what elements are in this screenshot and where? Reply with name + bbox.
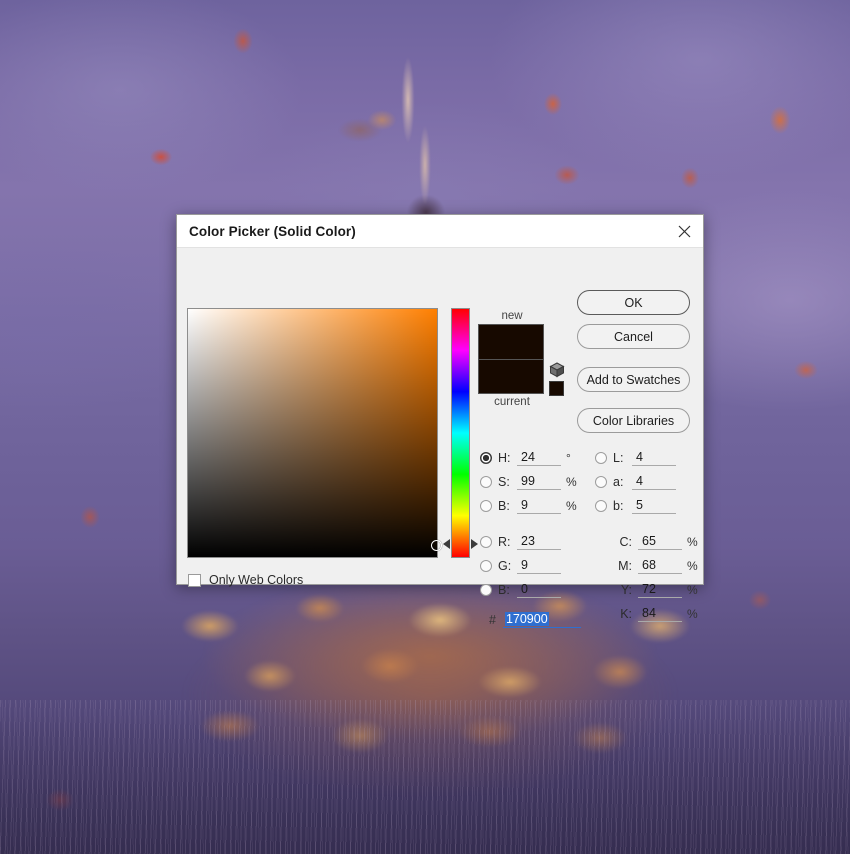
field-row-lab-b[interactable]: b: [595, 494, 705, 518]
dialog-title: Color Picker (Solid Color) [189, 224, 671, 239]
hue-unit: ° [566, 451, 571, 465]
field-row-cyan[interactable]: C: % [595, 530, 705, 554]
close-icon[interactable] [671, 219, 697, 243]
lab-b-label: b: [613, 499, 632, 513]
current-color-swatch[interactable] [478, 359, 544, 394]
cyan-label: C: [613, 535, 632, 549]
hex-input[interactable]: 170900 [503, 612, 581, 628]
background-figure [330, 20, 500, 225]
hue-label: H: [498, 451, 517, 465]
radio-blue[interactable] [480, 584, 492, 596]
hex-field-row[interactable]: # 170900 [480, 608, 595, 632]
radio-lab-b[interactable] [595, 500, 607, 512]
current-color-label: current [478, 394, 546, 410]
lab-l-label: L: [613, 451, 632, 465]
field-row-red[interactable]: R: [480, 530, 595, 554]
saturation-brightness-field[interactable] [187, 308, 438, 558]
cyan-input[interactable] [638, 534, 682, 550]
lab-a-input[interactable] [632, 474, 676, 490]
red-input[interactable] [517, 534, 561, 550]
red-label: R: [498, 535, 517, 549]
radio-saturation[interactable] [480, 476, 492, 488]
saturation-unit: % [566, 475, 577, 489]
field-row-magenta[interactable]: M: % [595, 554, 705, 578]
cancel-button[interactable]: Cancel [577, 324, 690, 349]
hue-marker-right-icon [471, 539, 478, 549]
field-row-lab-a[interactable]: a: [595, 470, 705, 494]
yellow-label: Y: [613, 583, 632, 597]
saturation-label: S: [498, 475, 517, 489]
field-row-lab-l[interactable]: L: [595, 446, 705, 470]
brightness-label: B: [498, 499, 517, 513]
dialog-buttons: OK Cancel Add to Swatches Color Librarie… [577, 290, 690, 433]
field-row-black[interactable]: K: % [595, 602, 705, 626]
yellow-unit: % [687, 583, 698, 597]
field-row-yellow[interactable]: Y: % [595, 578, 705, 602]
field-row-green[interactable]: G: [480, 554, 595, 578]
hue-slider[interactable] [451, 308, 470, 558]
new-color-swatch[interactable] [478, 324, 544, 359]
field-row-brightness[interactable]: B: % [480, 494, 595, 518]
saturation-brightness-marker[interactable] [431, 540, 442, 551]
lab-a-label: a: [613, 475, 632, 489]
radio-lab-l[interactable] [595, 452, 607, 464]
color-libraries-button[interactable]: Color Libraries [577, 408, 690, 433]
only-web-colors-checkbox[interactable] [188, 574, 201, 587]
saturation-input[interactable] [517, 474, 561, 490]
field-row-hue[interactable]: H: ° [480, 446, 595, 470]
radio-green[interactable] [480, 560, 492, 572]
hsb-rgb-column: H: ° S: % B: % [480, 446, 595, 632]
lab-l-input[interactable] [632, 450, 676, 466]
cyan-unit: % [687, 535, 698, 549]
brightness-input[interactable] [517, 498, 561, 514]
magenta-unit: % [687, 559, 698, 573]
hue-marker-left-icon [443, 539, 450, 549]
black-label: K: [613, 607, 632, 621]
ok-button[interactable]: OK [577, 290, 690, 315]
field-row-saturation[interactable]: S: % [480, 470, 595, 494]
web-safe-warning [549, 362, 567, 396]
field-row-blue[interactable]: B: [480, 578, 595, 602]
radio-red[interactable] [480, 536, 492, 548]
black-unit: % [687, 607, 698, 621]
blue-input[interactable] [517, 582, 561, 598]
green-label: G: [498, 559, 517, 573]
yellow-input[interactable] [638, 582, 682, 598]
radio-brightness[interactable] [480, 500, 492, 512]
magenta-input[interactable] [638, 558, 682, 574]
magenta-label: M: [613, 559, 632, 573]
dialog-titlebar: Color Picker (Solid Color) [177, 215, 703, 248]
background-grass [0, 700, 850, 854]
hue-strip[interactable] [451, 308, 470, 558]
web-safe-cube-icon[interactable] [549, 362, 565, 378]
dialog-body: new current Only Web Colors OK Cancel Ad… [177, 248, 703, 584]
web-safe-alternate-swatch[interactable] [549, 381, 564, 396]
brightness-unit: % [566, 499, 577, 513]
green-input[interactable] [517, 558, 561, 574]
only-web-colors-label: Only Web Colors [209, 573, 303, 587]
lab-cmyk-column: L: a: b: C: % [595, 446, 705, 626]
color-picker-dialog: Color Picker (Solid Color) new current [176, 214, 704, 585]
hex-hash-label: # [489, 613, 496, 627]
add-to-swatches-button[interactable]: Add to Swatches [577, 367, 690, 392]
new-color-label: new [478, 308, 546, 324]
color-preview: new current [478, 308, 546, 410]
hex-value: 170900 [505, 612, 549, 626]
lab-b-input[interactable] [632, 498, 676, 514]
radio-hue[interactable] [480, 452, 492, 464]
radio-lab-a[interactable] [595, 476, 607, 488]
blue-label: B: [498, 583, 517, 597]
only-web-colors-option[interactable]: Only Web Colors [188, 573, 303, 587]
black-input[interactable] [638, 606, 682, 622]
hue-input[interactable] [517, 450, 561, 466]
